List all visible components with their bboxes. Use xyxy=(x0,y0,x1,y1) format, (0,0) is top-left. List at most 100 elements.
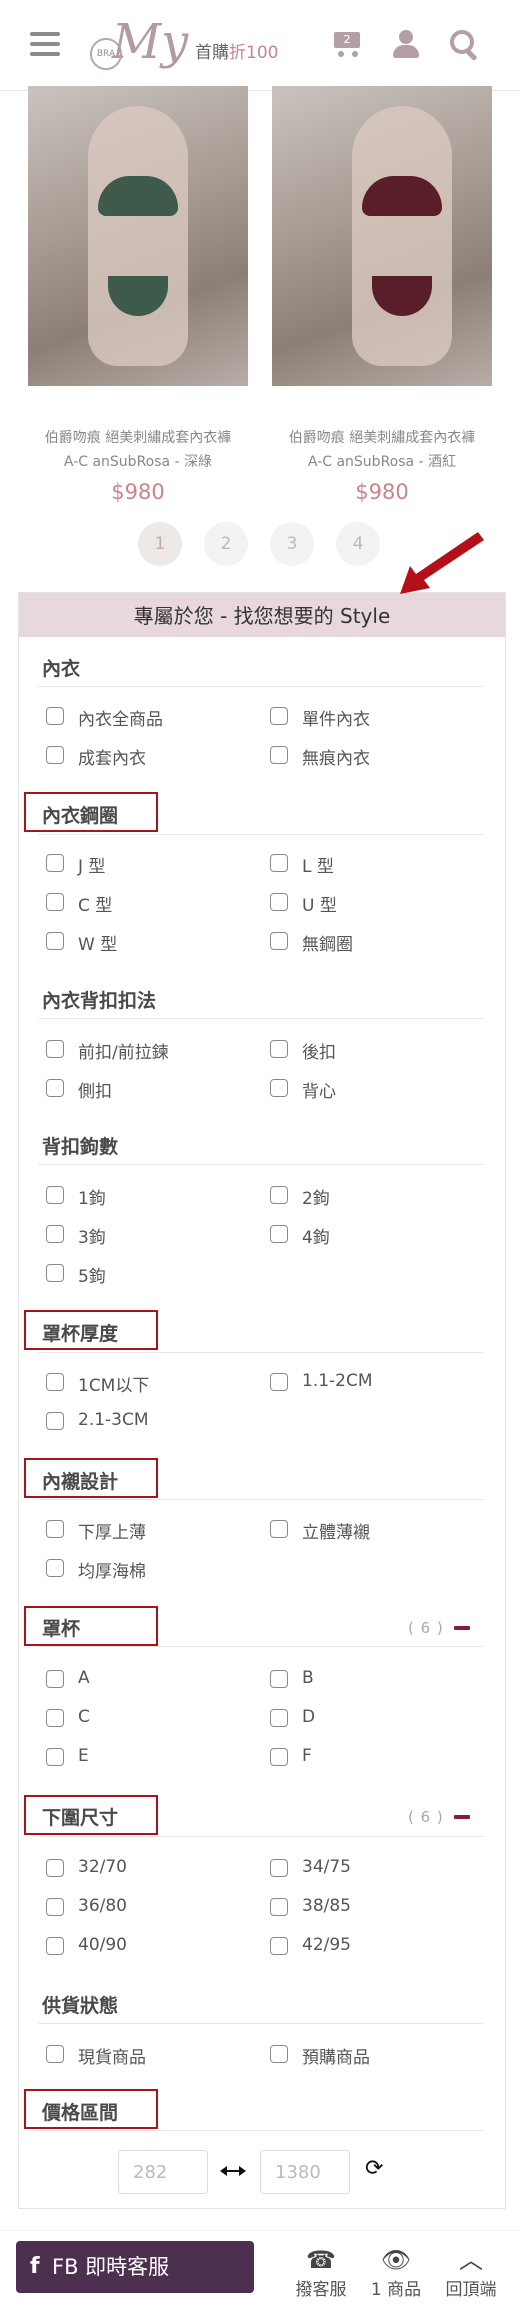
option-5-hook[interactable]: 5鉤 xyxy=(78,1262,106,1287)
option-40-90[interactable]: 40/90 xyxy=(78,1935,127,1955)
checkbox-in-stock[interactable] xyxy=(46,2045,64,2063)
option-side-clasp[interactable]: 側扣 xyxy=(78,1077,112,1102)
option-cup-f[interactable]: F xyxy=(302,1746,312,1766)
option-36-80[interactable]: 36/80 xyxy=(78,1896,127,1916)
option-2-hook[interactable]: 2鉤 xyxy=(302,1184,330,1209)
option-l-type[interactable]: L 型 xyxy=(302,852,334,877)
option-38-85[interactable]: 38/85 xyxy=(302,1896,351,1916)
checkbox-front-clasp[interactable] xyxy=(46,1040,64,1058)
option-in-stock[interactable]: 現貨商品 xyxy=(78,2043,146,2068)
call-service-button[interactable]: ☎ 撥客服 xyxy=(286,2245,356,2300)
checkbox-cup-c[interactable] xyxy=(46,1709,64,1727)
option-vest[interactable]: 背心 xyxy=(302,1077,336,1102)
option-front-clasp[interactable]: 前扣/前拉鍊 xyxy=(78,1038,169,1063)
checkbox-cup-d[interactable] xyxy=(270,1709,288,1727)
option-42-95[interactable]: 42/95 xyxy=(302,1935,351,1955)
checkbox-j-type[interactable] xyxy=(46,854,64,872)
option-1-2cm[interactable]: 1.1-2CM xyxy=(302,1371,373,1391)
checkbox-side-clasp[interactable] xyxy=(46,1079,64,1097)
checkbox-set-underwear[interactable] xyxy=(46,746,64,764)
option-1-hook[interactable]: 1鉤 xyxy=(78,1184,106,1209)
checkbox-32-70[interactable] xyxy=(46,1859,64,1877)
option-cup-c[interactable]: C xyxy=(78,1707,90,1727)
checkbox-u-type[interactable] xyxy=(270,893,288,911)
option-3d-thin[interactable]: 立體薄襯 xyxy=(302,1518,370,1543)
price-max-input[interactable]: 1380 xyxy=(260,2150,350,2194)
checkbox-even-sponge[interactable] xyxy=(46,1559,64,1577)
product-image-green[interactable] xyxy=(28,86,248,386)
checkbox-42-95[interactable] xyxy=(270,1937,288,1955)
option-single-underwear[interactable]: 單件內衣 xyxy=(302,705,370,730)
checkbox-cup-b[interactable] xyxy=(270,1670,288,1688)
option-j-type[interactable]: J 型 xyxy=(78,852,105,877)
brand-logo[interactable]: BRA My xyxy=(90,14,190,74)
checkbox-cup-e[interactable] xyxy=(46,1748,64,1766)
option-even-sponge[interactable]: 均厚海棉 xyxy=(78,1557,146,1582)
option-under-1cm[interactable]: 1CM以下 xyxy=(78,1371,149,1396)
checkbox-3d-thin[interactable] xyxy=(270,1520,288,1538)
option-seamless-underwear[interactable]: 無痕內衣 xyxy=(302,744,370,769)
checkbox-38-85[interactable] xyxy=(270,1898,288,1916)
checkbox-l-type[interactable] xyxy=(270,854,288,872)
checkbox-2-3cm[interactable] xyxy=(46,1412,64,1430)
option-34-75[interactable]: 34/75 xyxy=(302,1857,351,1877)
collapse-cup-size-icon[interactable] xyxy=(454,1626,470,1630)
checkbox-5-hook[interactable] xyxy=(46,1264,64,1282)
checkbox-2-hook[interactable] xyxy=(270,1186,288,1204)
checkbox-wireless[interactable] xyxy=(270,932,288,950)
checkbox-36-80[interactable] xyxy=(46,1898,64,1916)
option-4-hook[interactable]: 4鉤 xyxy=(302,1223,330,1248)
refresh-icon[interactable]: ⟳ xyxy=(365,2158,383,2180)
option-thick-bottom[interactable]: 下厚上薄 xyxy=(78,1518,146,1543)
fb-live-chat-button[interactable]: f FB 即時客服 xyxy=(16,2241,254,2293)
checkbox-seamless-underwear[interactable] xyxy=(270,746,288,764)
price-min-input[interactable]: 282 xyxy=(118,2150,208,2194)
back-to-top-button[interactable]: ︿ 回頂端 xyxy=(436,2245,506,2300)
checkbox-1-hook[interactable] xyxy=(46,1186,64,1204)
option-back-clasp[interactable]: 後扣 xyxy=(302,1038,336,1063)
checkbox-single-underwear[interactable] xyxy=(270,707,288,725)
option-u-type[interactable]: U 型 xyxy=(302,891,337,916)
option-3-hook[interactable]: 3鉤 xyxy=(78,1223,106,1248)
checkbox-thick-bottom[interactable] xyxy=(46,1520,64,1538)
option-wireless[interactable]: 無鋼圈 xyxy=(302,930,353,955)
cart-icon[interactable]: 2 xyxy=(330,30,362,57)
viewed-items-button[interactable]: 👁 1 商品 xyxy=(361,2245,431,2300)
page-1-button[interactable]: 1 xyxy=(138,522,182,566)
checkbox-all-underwear[interactable] xyxy=(46,707,64,725)
option-2-3cm[interactable]: 2.1-3CM xyxy=(78,1410,149,1430)
option-w-type[interactable]: W 型 xyxy=(78,930,117,955)
option-cup-d[interactable]: D xyxy=(302,1707,315,1727)
checkbox-w-type[interactable] xyxy=(46,932,64,950)
user-account-icon[interactable] xyxy=(393,30,419,58)
checkbox-4-hook[interactable] xyxy=(270,1225,288,1243)
checkbox-cup-a[interactable] xyxy=(46,1670,64,1688)
page-3-button[interactable]: 3 xyxy=(270,522,314,566)
hamburger-menu-icon[interactable] xyxy=(30,32,60,56)
product-image-red[interactable] xyxy=(272,86,492,386)
option-all-underwear[interactable]: 內衣全商品 xyxy=(78,705,163,730)
option-cup-e[interactable]: E xyxy=(78,1746,89,1766)
checkbox-back-clasp[interactable] xyxy=(270,1040,288,1058)
page-4-button[interactable]: 4 xyxy=(336,522,380,566)
checkbox-40-90[interactable] xyxy=(46,1937,64,1955)
page-2-button[interactable]: 2 xyxy=(204,522,248,566)
collapse-band-size-icon[interactable] xyxy=(454,1815,470,1819)
product-name-1[interactable]: 伯爵吻痕 絕美刺繡成套內衣褲 A-C anSubRosa - 深綠 xyxy=(23,426,253,474)
checkbox-3-hook[interactable] xyxy=(46,1225,64,1243)
option-set-underwear[interactable]: 成套內衣 xyxy=(78,744,146,769)
option-cup-b[interactable]: B xyxy=(302,1668,314,1688)
option-cup-a[interactable]: A xyxy=(78,1668,90,1688)
checkbox-under-1cm[interactable] xyxy=(46,1373,64,1391)
checkbox-pre-order[interactable] xyxy=(270,2045,288,2063)
checkbox-1-2cm[interactable] xyxy=(270,1373,288,1391)
checkbox-c-type[interactable] xyxy=(46,893,64,911)
search-icon[interactable] xyxy=(450,30,480,62)
option-c-type[interactable]: C 型 xyxy=(78,891,112,916)
option-32-70[interactable]: 32/70 xyxy=(78,1857,127,1877)
checkbox-vest[interactable] xyxy=(270,1079,288,1097)
option-pre-order[interactable]: 預購商品 xyxy=(302,2043,370,2068)
product-name-2[interactable]: 伯爵吻痕 絕美刺繡成套內衣褲 A-C anSubRosa - 酒紅 xyxy=(267,426,497,474)
checkbox-34-75[interactable] xyxy=(270,1859,288,1877)
checkbox-cup-f[interactable] xyxy=(270,1748,288,1766)
